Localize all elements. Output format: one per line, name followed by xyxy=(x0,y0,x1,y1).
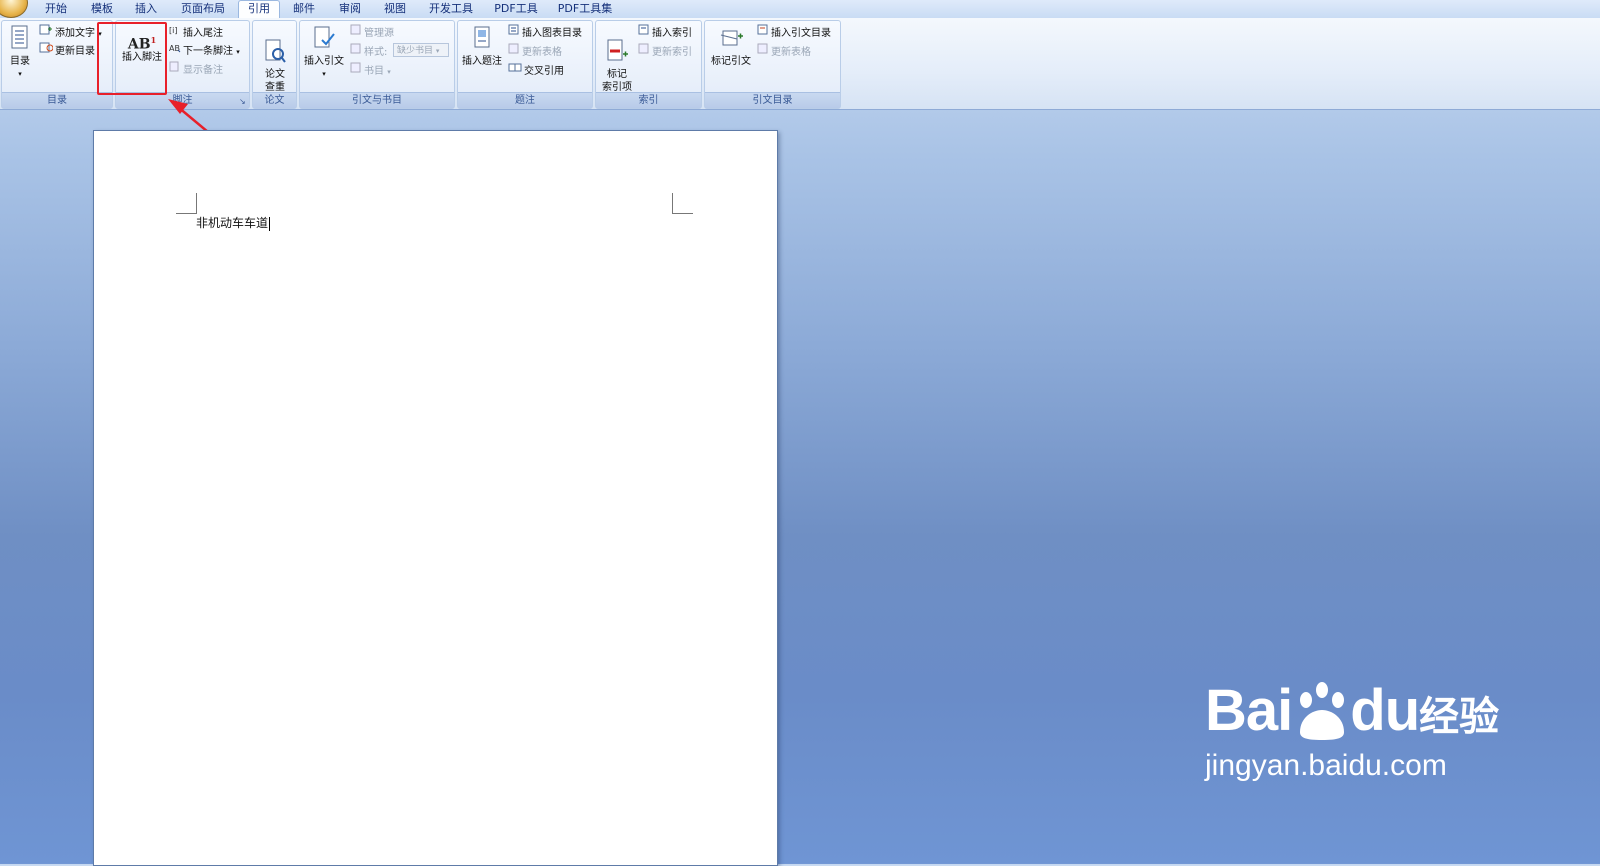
watermark-url: jingyan.baidu.com xyxy=(1205,749,1447,782)
cross-reference-icon xyxy=(508,62,522,80)
paper-check-label: 论文 查重 xyxy=(265,69,285,93)
insert-index-label: 插入索引 xyxy=(652,28,692,39)
citation-style-label-row: 样式: xyxy=(350,43,387,61)
watermark-du: du xyxy=(1350,678,1420,743)
update-figures-table-label: 更新表格 xyxy=(522,47,562,58)
watermark-brand: Bai du经验 xyxy=(1205,680,1499,742)
group-citations: 插入引文 ▾ 管理源 样式: 书目 ▾ 引文与书目 xyxy=(299,20,455,109)
insert-toa-button[interactable]: 插入引文目录 xyxy=(757,24,831,42)
document-body-text[interactable]: 非机动车车道 xyxy=(196,214,271,231)
update-toa-icon xyxy=(757,43,769,61)
manage-sources-label: 管理源 xyxy=(364,28,394,39)
insert-citation-button[interactable]: 插入引文 ▾ xyxy=(302,25,346,81)
baidu-watermark: Bai du经验 jingyan.baidu.com xyxy=(1205,680,1499,784)
watermark-chinese: 经验 xyxy=(1419,694,1500,740)
group-citations-label: 引文与书目 xyxy=(300,92,454,108)
text-cursor xyxy=(269,216,271,231)
group-index-label: 索引 xyxy=(596,92,701,108)
watermark-paw xyxy=(1292,678,1350,743)
manage-sources-button[interactable]: 管理源 xyxy=(350,24,394,42)
paw-icon xyxy=(1300,682,1345,740)
insert-table-of-figures-button[interactable]: 插入图表目录 xyxy=(508,24,582,42)
citation-style-dropdown-icon: ▾ xyxy=(435,47,440,55)
citation-style-label: 样式: xyxy=(364,47,388,58)
insert-caption-label: 插入题注 xyxy=(462,56,502,67)
style-icon xyxy=(350,43,362,61)
insert-citation-dropdown-icon: ▾ xyxy=(322,70,326,78)
group-toa-label: 引文目录 xyxy=(705,92,840,108)
update-index-icon xyxy=(638,43,650,61)
bibliography-dropdown-icon: ▾ xyxy=(387,68,391,76)
mark-citation-icon xyxy=(720,30,743,46)
insert-caption-button[interactable]: 插入题注 xyxy=(460,25,504,68)
crop-mark-top-right xyxy=(672,193,693,214)
insert-index-icon xyxy=(638,24,650,42)
update-figures-table-button[interactable]: 更新表格 xyxy=(508,43,562,61)
insert-citation-icon xyxy=(314,26,335,48)
insert-citation-label: 插入引文 xyxy=(304,56,344,67)
crop-mark-top-left xyxy=(176,193,197,214)
tab-developer[interactable]: 开发工具 xyxy=(424,1,478,17)
insert-toa-label: 插入引文目录 xyxy=(771,28,831,39)
tab-pdf-tools[interactable]: PDF工具 xyxy=(490,1,542,17)
insert-toa-icon xyxy=(757,24,769,42)
insert-index-button[interactable]: 插入索引 xyxy=(638,24,692,42)
insert-caption-icon xyxy=(474,26,490,48)
group-captions-label: 题注 xyxy=(458,92,592,108)
group-index: 标记 索引项 插入索引 更新索引 索引 xyxy=(595,20,702,109)
tab-mailings[interactable]: 邮件 xyxy=(286,1,322,17)
tab-review[interactable]: 审阅 xyxy=(332,1,368,17)
bibliography-button[interactable]: 书目 ▾ xyxy=(350,62,391,80)
bibliography-icon xyxy=(350,62,362,80)
update-figures-table-icon xyxy=(508,43,520,61)
paper-check-icon xyxy=(265,39,286,63)
document-text: 非机动车车道 xyxy=(196,216,269,230)
cross-reference-button[interactable]: 交叉引用 xyxy=(508,62,564,80)
group-captions: 插入题注 插入图表目录 更新表格 交叉引用 题注 xyxy=(457,20,593,109)
citation-style-select[interactable]: 缺少书目 ▾ xyxy=(393,43,449,57)
document-page[interactable]: 非机动车车道 xyxy=(93,130,778,866)
mark-citation-label: 标记引文 xyxy=(711,56,751,67)
mark-index-entry-label: 标记 索引项 xyxy=(602,69,632,93)
update-index-label: 更新索引 xyxy=(652,47,692,58)
watermark-bai: Bai xyxy=(1205,678,1293,743)
update-toa-button[interactable]: 更新表格 xyxy=(757,43,811,61)
manage-sources-icon xyxy=(350,24,362,42)
citation-style-value: 缺少书目 xyxy=(397,46,434,56)
cross-reference-label: 交叉引用 xyxy=(524,66,564,77)
bibliography-label: 书目 xyxy=(364,66,384,77)
insert-table-of-figures-label: 插入图表目录 xyxy=(522,28,582,39)
table-of-figures-icon xyxy=(508,24,520,42)
tab-pdf-toolset[interactable]: PDF工具集 xyxy=(552,1,618,17)
update-index-button[interactable]: 更新索引 xyxy=(638,43,692,61)
mark-citation-button[interactable]: 标记引文 xyxy=(707,25,755,68)
mark-entry-icon xyxy=(607,39,628,61)
tab-view[interactable]: 视图 xyxy=(377,1,413,17)
group-toa: 标记引文 插入引文目录 更新表格 引文目录 xyxy=(704,20,841,109)
update-toa-label: 更新表格 xyxy=(771,47,811,58)
